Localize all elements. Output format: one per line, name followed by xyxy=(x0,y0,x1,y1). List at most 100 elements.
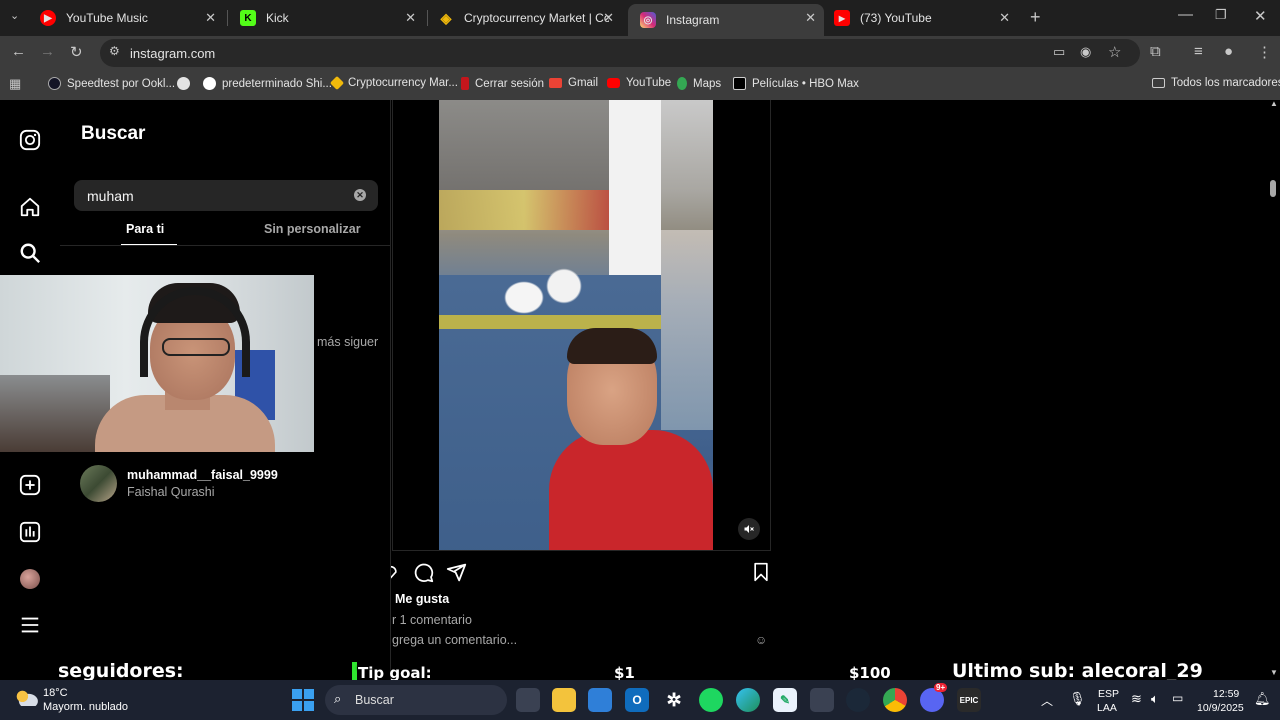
url-text[interactable]: instagram.com xyxy=(130,46,215,61)
bookmark-shi[interactable]: predeterminado Shi... xyxy=(203,77,332,90)
likes-label[interactable]: Me gusta xyxy=(395,592,449,606)
bookmark-gmail[interactable]: Gmail xyxy=(549,77,598,89)
clear-search-icon[interactable]: ✕ xyxy=(354,189,366,201)
lang-code[interactable]: ESP xyxy=(1098,688,1119,700)
reload-icon[interactable]: ↻ xyxy=(70,43,83,61)
calculator-icon[interactable] xyxy=(810,688,834,712)
tab-unpersonalized[interactable]: Sin personalizar xyxy=(264,222,361,236)
forward-icon[interactable]: → xyxy=(40,43,55,60)
create-icon[interactable] xyxy=(18,473,42,497)
search-input[interactable]: muham ✕ xyxy=(74,180,378,211)
search-input-value[interactable]: muham xyxy=(87,188,134,204)
close-tab-icon[interactable]: ✕ xyxy=(805,10,816,26)
scrollbar-thumb[interactable] xyxy=(1270,180,1276,197)
webcam-glasses xyxy=(162,338,230,356)
clock-date[interactable]: 10/9/2025 xyxy=(1197,702,1244,714)
wifi-icon[interactable]: ≋ xyxy=(1131,691,1142,707)
file-explorer-icon[interactable] xyxy=(552,688,576,712)
steam-icon[interactable] xyxy=(846,688,870,712)
address-bar[interactable]: ⚙ instagram.com ▭ ◉ ☆ xyxy=(100,39,1140,67)
store-icon[interactable] xyxy=(588,688,612,712)
search-icon[interactable] xyxy=(18,241,42,265)
binance-icon: ◈ xyxy=(440,9,452,26)
globe-icon xyxy=(177,77,190,90)
bookmark-youtube[interactable]: YouTube xyxy=(607,77,671,89)
chrome-icon[interactable] xyxy=(883,688,907,712)
bookmark-hbo[interactable]: Películas • HBO Max xyxy=(733,77,859,90)
dashboard-icon[interactable] xyxy=(18,520,42,544)
tab-youtube[interactable]: ▶ (73) YouTube ✕ xyxy=(822,4,1018,32)
instagram-logo-icon[interactable] xyxy=(18,128,42,152)
post-video[interactable] xyxy=(439,100,713,550)
bookmark-crypto[interactable]: Cryptocurrency Mar... xyxy=(329,75,458,91)
close-tab-icon[interactable]: ✕ xyxy=(205,10,216,26)
profile-icon[interactable]: ● xyxy=(1224,43,1233,60)
close-tab-icon[interactable]: ✕ xyxy=(405,10,416,26)
epic-games-icon[interactable]: EPIC xyxy=(957,688,981,712)
share-icon[interactable] xyxy=(446,562,467,588)
tab-crypto[interactable]: ◈ Cryptocurrency Market | Coin P ✕ xyxy=(426,4,622,32)
edge-icon[interactable] xyxy=(736,688,760,712)
tab-kick[interactable]: K Kick ✕ xyxy=(228,4,424,32)
bookmark-speedtest[interactable]: Speedtest por Ookl... xyxy=(48,77,175,90)
extensions-icon[interactable]: ⧉ xyxy=(1150,43,1161,60)
close-tab-icon[interactable]: ✕ xyxy=(999,10,1010,26)
site-info-icon[interactable]: ⚙ xyxy=(109,44,120,58)
outlook-icon[interactable]: O xyxy=(625,688,649,712)
volume-icon[interactable]: 🔈︎ xyxy=(1151,691,1159,707)
taskbar-search-label: Buscar xyxy=(355,693,394,707)
clock-time[interactable]: 12:59 xyxy=(1213,688,1239,700)
tracking-icon[interactable]: ◉ xyxy=(1080,44,1091,60)
apps-icon[interactable]: ▦ xyxy=(9,76,21,92)
page-scrollbar[interactable]: ▲ ▼ xyxy=(1267,100,1280,680)
close-tab-icon[interactable]: ✕ xyxy=(603,10,614,26)
kick-icon: K xyxy=(240,10,256,26)
all-bookmarks[interactable]: Todos los marcadores xyxy=(1152,77,1280,89)
bookmark-logout[interactable]: Cerrar sesión xyxy=(461,77,544,90)
discord-icon[interactable]: 9+ xyxy=(920,683,948,712)
bookmark-star-icon[interactable]: ☆ xyxy=(1108,43,1121,61)
add-comment-input[interactable]: grega un comentario... xyxy=(392,633,517,647)
scroll-up-icon[interactable]: ▲ xyxy=(1270,100,1278,108)
emoji-icon[interactable]: ☺ xyxy=(755,633,767,647)
tab-youtube-music[interactable]: ▶ YouTube Music ✕ xyxy=(28,4,224,32)
weather-icon[interactable] xyxy=(14,690,38,706)
close-window-icon[interactable]: ✕ xyxy=(1254,7,1267,25)
chatgpt-icon[interactable]: ✲ xyxy=(662,688,686,712)
save-icon[interactable] xyxy=(751,562,771,587)
mute-icon[interactable] xyxy=(738,518,760,540)
menu-icon[interactable]: ⋮ xyxy=(1257,43,1272,61)
minimize-icon[interactable]: — xyxy=(1178,6,1193,23)
microphone-icon[interactable]: 🎙︎ xyxy=(1069,691,1086,707)
tab-instagram[interactable]: ◎ Instagram ✕ xyxy=(628,4,824,36)
tab-search-icon[interactable]: ⌄ xyxy=(10,9,19,22)
task-view-icon[interactable] xyxy=(516,688,540,712)
bookmark-globe[interactable] xyxy=(177,77,196,90)
spotify-icon[interactable] xyxy=(699,688,723,712)
lang-layout[interactable]: LAA xyxy=(1097,702,1117,714)
back-icon[interactable]: ← xyxy=(11,43,26,60)
restore-icon[interactable]: ❐ xyxy=(1215,7,1227,23)
new-tab-icon[interactable]: + xyxy=(1030,7,1041,28)
media-icon[interactable]: ≡ xyxy=(1194,43,1203,60)
weather-temp[interactable]: 18°C xyxy=(43,687,68,699)
weather-desc[interactable]: Mayorm. nublado xyxy=(43,701,128,713)
bookmark-maps[interactable]: Maps xyxy=(677,77,721,90)
home-icon[interactable] xyxy=(18,195,42,219)
battery-icon[interactable]: ▭ xyxy=(1172,691,1183,705)
menu-hamburger-icon[interactable] xyxy=(18,613,42,637)
start-icon[interactable] xyxy=(292,689,314,711)
cast-icon[interactable]: ▭ xyxy=(1053,44,1065,60)
notifications-icon[interactable]: 🔔︎ xyxy=(1254,691,1271,707)
taskbar-search[interactable]: ⌕ Buscar xyxy=(325,685,507,715)
profile-avatar[interactable] xyxy=(18,567,42,591)
view-comments-link[interactable]: r 1 comentario xyxy=(392,613,472,627)
notepad-icon[interactable]: ✎ xyxy=(773,688,797,712)
tab-for-you[interactable]: Para ti xyxy=(126,222,164,236)
tip-goal-label: Tip goal: xyxy=(358,664,432,680)
result-avatar xyxy=(80,465,117,502)
comment-icon[interactable] xyxy=(413,562,434,588)
video-person-red xyxy=(549,430,713,550)
show-hidden-icons[interactable]: ︿ xyxy=(1041,692,1053,709)
scroll-down-icon[interactable]: ▼ xyxy=(1270,668,1278,677)
